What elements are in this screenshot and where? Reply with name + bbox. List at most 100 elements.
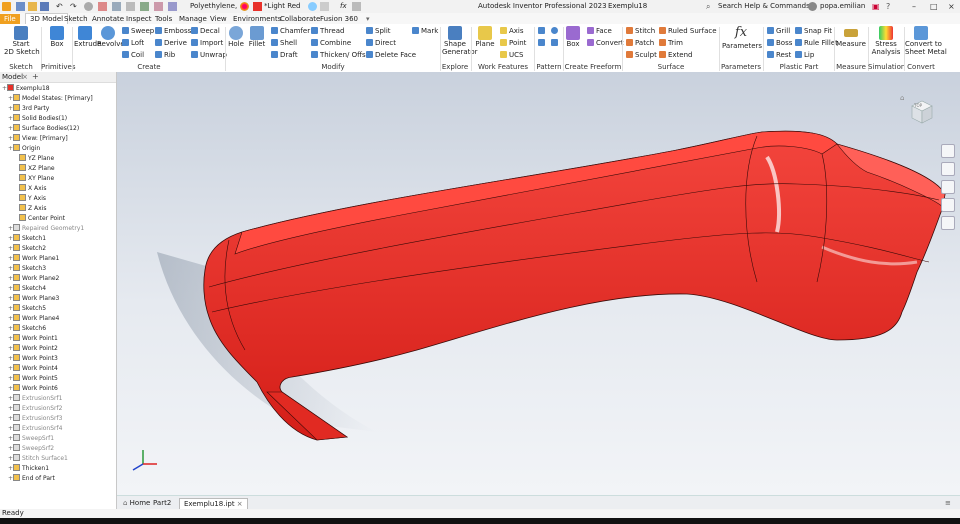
browser-item[interactable]: + Work Point1 (8, 334, 58, 344)
save-icon[interactable] (40, 2, 49, 11)
browser-item[interactable]: + SweepSrf1 (8, 434, 54, 444)
browser-item[interactable]: + Work Plane3 (8, 294, 59, 304)
lip-button[interactable]: Lip (795, 50, 814, 60)
undo-icon[interactable]: ↶ (56, 2, 65, 11)
tab-file[interactable]: File (0, 14, 20, 24)
tab-sketch[interactable]: Sketch (60, 14, 92, 24)
pan-icon[interactable] (941, 162, 955, 176)
decal-button[interactable]: Decal (191, 26, 220, 36)
filter-icon[interactable] (140, 2, 149, 11)
browser-item[interactable]: + Solid Bodies(1) (8, 114, 67, 124)
parameters-button[interactable]: fx Parameters (722, 24, 762, 50)
tab-overflow-icon[interactable]: ▾ (362, 14, 374, 24)
browser-item[interactable]: + End of Part (8, 474, 55, 484)
mirror-button[interactable] (551, 38, 560, 48)
fillet-button[interactable]: Fillet (247, 26, 267, 48)
chamfer-button[interactable]: Chamfer (271, 26, 310, 36)
box-primitive-button[interactable]: Box (46, 26, 68, 48)
clear-appearance-icon[interactable] (308, 2, 317, 11)
browser-item[interactable]: Y Axis (14, 194, 46, 204)
browser-item[interactable]: + Sketch3 (8, 264, 46, 274)
freeform-box-button[interactable]: Box (565, 26, 581, 48)
freeform-convert-button[interactable]: Convert (587, 38, 624, 48)
rib-button[interactable]: Rib (155, 50, 175, 60)
revolve-button[interactable]: Revolve (97, 26, 125, 48)
browser-item[interactable]: X Axis (14, 184, 46, 194)
browser-item[interactable]: + ExtrusionSrf1 (8, 394, 62, 404)
material-dropdown[interactable]: Polyethylene, (190, 2, 237, 10)
browser-item[interactable]: + Work Point6 (8, 384, 58, 394)
select-icon[interactable] (98, 2, 107, 11)
freeform-face-button[interactable]: Face (587, 26, 612, 36)
thread-button[interactable]: Thread (311, 26, 344, 36)
browser-item[interactable]: + Work Plane2 (8, 274, 59, 284)
trim-button[interactable]: Trim (659, 38, 683, 48)
browser-item[interactable]: + Work Point2 (8, 344, 58, 354)
circular-pattern-button[interactable] (551, 26, 560, 36)
measure-quick-icon[interactable] (126, 2, 135, 11)
browser-item[interactable]: + ExtrusionSrf4 (8, 424, 62, 434)
coil-button[interactable]: Coil (122, 50, 144, 60)
emboss-button[interactable]: Emboss (155, 26, 191, 36)
hole-button[interactable]: Hole (227, 26, 245, 48)
appearance-dropdown[interactable]: *Light Red (264, 2, 301, 10)
rule-fillet-button[interactable]: Rule Fillet (795, 38, 838, 48)
browser-item[interactable]: Z Axis (14, 204, 46, 214)
browser-item[interactable]: + ExtrusionSrf2 (8, 404, 62, 414)
browser-item[interactable]: YZ Plane (14, 154, 54, 164)
derive-button[interactable]: Derive (155, 38, 187, 48)
direct-button[interactable]: Direct (366, 38, 396, 48)
extend-button[interactable]: Extend (659, 50, 693, 60)
plane-button[interactable]: Plane (475, 26, 495, 48)
browser-item[interactable]: + Sketch2 (8, 244, 46, 254)
tab-view[interactable]: View (206, 14, 231, 24)
browser-item[interactable]: + Stitch Surface1 (8, 454, 68, 464)
browser-tab-model[interactable]: Model (2, 73, 23, 81)
browser-item[interactable]: + Sketch4 (8, 284, 46, 294)
extrude-button[interactable]: Extrude (74, 26, 101, 48)
steering-wheel-icon[interactable] (941, 144, 955, 158)
delete-face-button[interactable]: Delete Face (366, 50, 416, 60)
browser-item[interactable]: +3rd Party (8, 104, 49, 114)
browser-item[interactable]: + Work Plane4 (8, 314, 59, 324)
browser-item[interactable]: + Surface Bodies(12) (8, 124, 79, 134)
import-button[interactable]: Import (191, 38, 223, 48)
mark-button[interactable]: Mark (412, 26, 438, 36)
browser-item[interactable]: + Work Plane1 (8, 254, 59, 264)
point-button[interactable]: Point (500, 38, 526, 48)
patch-button[interactable]: Patch (626, 38, 654, 48)
tab-fusion-360[interactable]: Fusion 360 (316, 14, 362, 24)
rest-button[interactable]: Rest (767, 50, 791, 60)
stress-analysis-button[interactable]: Stress Analysis (870, 26, 902, 56)
help-icon[interactable]: ? (886, 2, 895, 11)
doc-tab-part2[interactable]: Part2 (149, 498, 175, 508)
browser-item[interactable]: + Work Point4 (8, 364, 58, 374)
minimize-icon[interactable]: – (912, 2, 921, 11)
rectangular-pattern-button[interactable] (538, 26, 547, 36)
cart-icon[interactable]: ▣ (872, 2, 881, 11)
browser-item[interactable]: + SweepSrf2 (8, 444, 54, 454)
measure-button[interactable]: Measure (836, 26, 866, 48)
part-model[interactable] (117, 72, 960, 495)
zoom-icon[interactable] (941, 180, 955, 194)
grill-button[interactable]: Grill (767, 26, 790, 36)
browser-item[interactable]: XY Plane (14, 174, 54, 184)
browser-item[interactable]: + Model States: [Primary] (8, 94, 93, 104)
sweep-button[interactable]: Sweep (122, 26, 154, 36)
snap-fit-button[interactable]: Snap Fit (795, 26, 832, 36)
start-2d-sketch-button[interactable]: Start 2D Sketch (4, 26, 40, 56)
browser-item[interactable]: + Work Point3 (8, 354, 58, 364)
new-file-icon[interactable] (16, 2, 25, 11)
adjust-icon[interactable] (320, 2, 329, 11)
cube-icon[interactable] (168, 2, 177, 11)
browser-item[interactable]: XZ Plane (14, 164, 55, 174)
open-file-icon[interactable] (28, 2, 37, 11)
ruled-surface-button[interactable]: Ruled Surface (659, 26, 717, 36)
home-icon[interactable] (84, 2, 93, 11)
look-at-icon[interactable] (941, 216, 955, 230)
user-name[interactable]: popa.emilian (820, 2, 865, 10)
browser-add-icon[interactable]: + (32, 72, 39, 81)
bom-icon[interactable] (352, 2, 361, 11)
unwrap-button[interactable]: Unwrap (191, 50, 227, 60)
browser-item[interactable]: + Sketch6 (8, 324, 46, 334)
